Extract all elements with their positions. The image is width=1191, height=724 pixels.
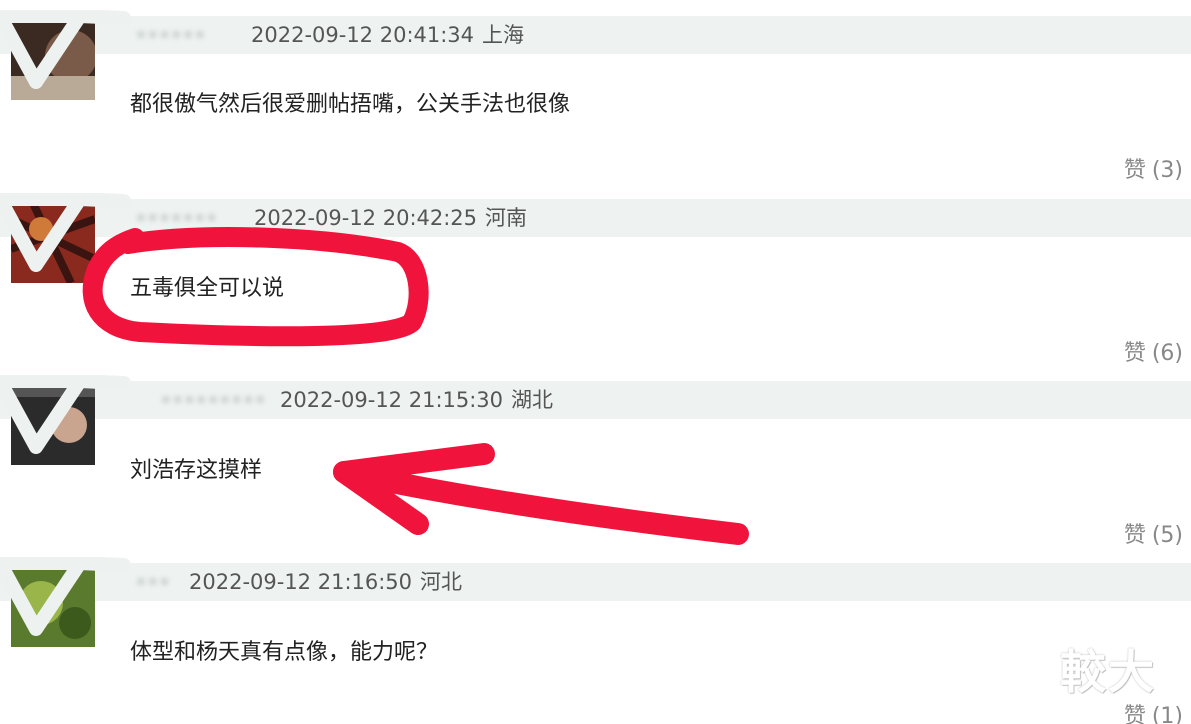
like-label: 赞 [1123, 158, 1146, 183]
comment-text: 体型和杨天真有点像，能力呢？ [130, 640, 439, 665]
like-count: (6) [1151, 341, 1183, 366]
location: 河北 [420, 570, 463, 594]
like-label: 赞 [1123, 341, 1146, 366]
watermark: 較大 [1060, 645, 1156, 699]
username[interactable]: ••• [135, 563, 170, 601]
avatar[interactable] [11, 16, 95, 100]
timestamp: 2022-09-12 21:16:50 [189, 570, 413, 594]
like-button[interactable]: 赞 (6) [1124, 335, 1183, 367]
timestamp: 2022-09-12 21:15:30 [280, 388, 504, 412]
avatar[interactable] [11, 381, 95, 465]
comment-meta: 2022-09-12 20:41:34 上海 [251, 16, 524, 54]
username[interactable]: •••••• [135, 16, 206, 54]
comment-meta: 2022-09-12 21:15:30 湖北 [280, 381, 553, 419]
like-button[interactable]: 赞 (3) [1124, 152, 1183, 184]
comment-text: 五毒俱全可以说 [130, 276, 285, 301]
timestamp: 2022-09-12 20:41:34 [251, 23, 475, 47]
comment-header-bar [0, 563, 1191, 601]
like-button[interactable]: 赞 (5) [1124, 517, 1183, 549]
like-label: 赞 [1123, 704, 1146, 724]
avatar[interactable] [11, 199, 95, 283]
timestamp: 2022-09-12 20:42:25 [254, 206, 478, 230]
like-label: 赞 [1123, 523, 1146, 548]
like-count: (1) [1151, 704, 1183, 724]
comment-meta: 2022-09-12 20:42:25 河南 [254, 199, 527, 237]
comment-meta: 2022-09-12 21:16:50 河北 [189, 563, 462, 601]
location: 湖北 [511, 388, 554, 412]
username[interactable]: ••••••••• [160, 381, 266, 419]
like-count: (5) [1151, 523, 1183, 548]
like-count: (3) [1151, 158, 1183, 183]
location: 上海 [482, 23, 525, 47]
location: 河南 [485, 206, 528, 230]
username[interactable]: ••••••• [135, 199, 218, 237]
avatar[interactable] [11, 563, 95, 647]
comment-text: 刘浩存这摸样 [130, 458, 263, 483]
comment-page: •••••• 2022-09-12 20:41:34 上海 都很傲气然后很爱删帖捂… [0, 0, 1191, 724]
comment-text: 都很傲气然后很爱删帖捂嘴，公关手法也很像 [130, 92, 571, 117]
